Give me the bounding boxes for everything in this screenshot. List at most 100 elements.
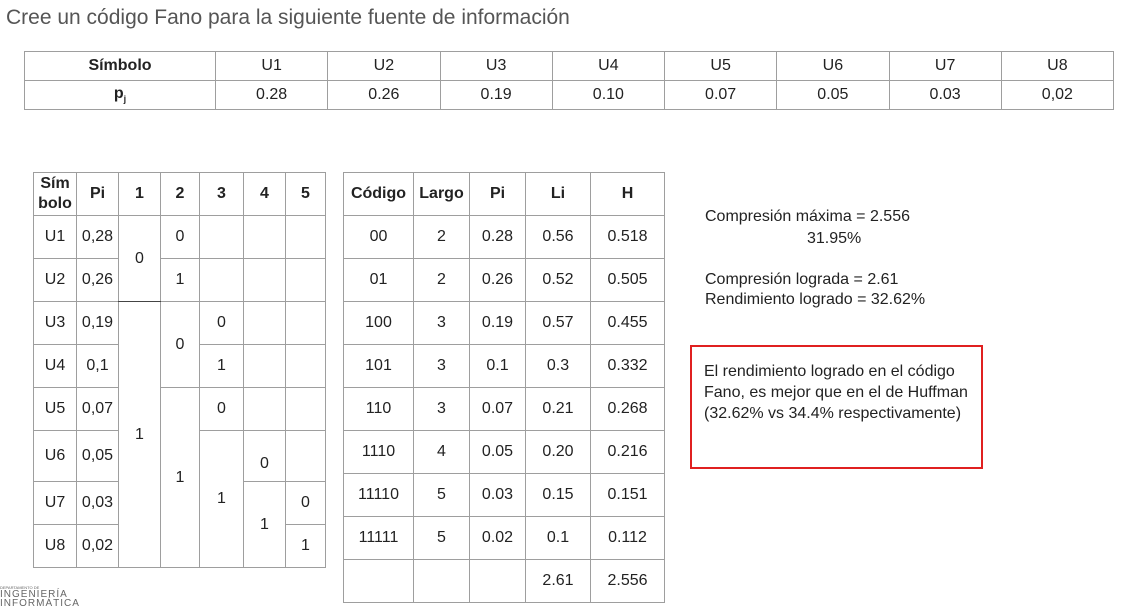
h-cell: 0.216 <box>590 430 665 474</box>
department-logo: DEPARTAMENTO DE INGENIERÍA INFORMÁTICA <box>0 586 80 609</box>
source-symbol: U4 <box>551 51 666 81</box>
code-cell: 11110 <box>343 473 414 517</box>
fano-bit: 0 <box>199 387 244 431</box>
length-cell: 5 <box>413 516 470 560</box>
fano-col-header: 4 <box>243 172 286 216</box>
source-prob: 0.19 <box>439 80 553 110</box>
h-cell: 0.518 <box>590 215 665 259</box>
fano-bit: 0 <box>160 215 200 259</box>
source-table: Símbolo U1 U2 U3 U4 U5 U6 U7 U8 pj 0.28 … <box>24 51 1115 110</box>
fano-bit: 0 <box>285 481 326 525</box>
totals-row: 2.61 2.556 <box>343 559 665 603</box>
li-header: Li <box>525 172 591 216</box>
fano-bit: 1 <box>199 430 244 568</box>
li-cell: 0.57 <box>525 301 591 345</box>
pi-cell: 0.19 <box>469 301 526 345</box>
total-empty-cell <box>469 559 526 603</box>
fano-empty-cell <box>243 344 286 388</box>
max-compression-text: Compresión máxima = 2.556 <box>705 208 910 225</box>
fano-prob: 0,03 <box>76 481 119 525</box>
total-empty-cell <box>343 559 414 603</box>
fano-empty-cell <box>243 258 286 302</box>
prob-subscript: j <box>123 94 127 105</box>
h-cell: 0.455 <box>590 301 665 345</box>
source-symbol-row: Símbolo U1 U2 U3 U4 U5 U6 U7 U8 <box>24 51 1115 81</box>
h-cell: 0.151 <box>590 473 665 517</box>
h-cell: 0.332 <box>590 344 665 388</box>
total-li: 2.61 <box>525 559 591 603</box>
source-prob: 0.07 <box>663 80 778 110</box>
li-cell: 0.52 <box>525 258 591 302</box>
fano-symbol: U7 <box>33 481 77 525</box>
fano-prob: 0,26 <box>76 258 119 302</box>
fano-bit: 1 <box>243 481 286 568</box>
code-row: 110 3 0.07 0.21 0.268 <box>343 387 665 431</box>
h-cell: 0.268 <box>590 387 665 431</box>
fano-table: Sím bolo Pi 1 2 3 4 5 U1 0,28 0 0 U2 0,2… <box>33 172 326 568</box>
fano-bit: 0 <box>160 301 200 388</box>
fano-prob: 0,07 <box>76 387 119 431</box>
fano-bit: 1 <box>285 524 326 568</box>
pi-cell: 0.05 <box>469 430 526 474</box>
h-cell: 0.505 <box>590 258 665 302</box>
fano-pi-header: Pi <box>76 172 119 216</box>
fano-prob: 0,02 <box>76 524 119 568</box>
fano-bit: 0 <box>199 301 244 345</box>
fano-row: U3 0,19 1 0 0 <box>33 301 326 568</box>
source-symbol: U1 <box>214 51 329 81</box>
fano-symbol-header: Sím bolo <box>33 172 77 216</box>
achieved-performance-text: Rendimiento logrado = 32.62% <box>705 291 926 308</box>
fano-col-header: 1 <box>118 172 161 216</box>
code-cell: 101 <box>343 344 414 388</box>
source-prob: 0.26 <box>327 80 441 110</box>
fano-empty-cell <box>285 430 326 482</box>
fano-symbol: U4 <box>33 344 77 388</box>
fano-bit: 0 <box>243 430 286 482</box>
code-cell: 00 <box>343 215 414 259</box>
code-row: 11110 5 0.03 0.15 0.151 <box>343 473 665 517</box>
fano-empty-cell <box>285 258 326 302</box>
source-prob: 0.28 <box>214 80 329 110</box>
source-symbol: U8 <box>1000 51 1115 81</box>
pi-cell: 0.28 <box>469 215 526 259</box>
code-header: Código <box>343 172 414 216</box>
length-cell: 2 <box>413 258 470 302</box>
source-prob-row: pj 0.28 0.26 0.19 0.10 0.07 0.05 0.03 0,… <box>24 80 1115 110</box>
li-cell: 0.20 <box>525 430 591 474</box>
fano-bit: 1 <box>199 344 244 388</box>
code-row: 00 2 0.28 0.56 0.518 <box>343 215 665 259</box>
fano-prob: 0,05 <box>76 430 119 482</box>
symbol-header-bottom: bolo <box>38 195 72 212</box>
fano-bit: 1 <box>160 387 200 568</box>
code-cell: 110 <box>343 387 414 431</box>
pi-header: Pi <box>469 172 526 216</box>
li-cell: 0.1 <box>525 516 591 560</box>
fano-empty-cell <box>285 215 326 259</box>
fano-empty-cell <box>243 387 286 431</box>
fano-prob: 0,19 <box>76 301 119 345</box>
symbol-header: Símbolo <box>24 51 216 81</box>
li-cell: 0.15 <box>525 473 591 517</box>
h-header: H <box>590 172 665 216</box>
fano-col-header: 3 <box>199 172 244 216</box>
fano-empty-cell <box>285 301 326 345</box>
fano-bit: 1 <box>118 301 161 568</box>
fano-prob: 0,28 <box>76 215 119 259</box>
length-cell: 2 <box>413 215 470 259</box>
length-cell: 4 <box>413 430 470 474</box>
source-symbol: U7 <box>888 51 1002 81</box>
code-cell: 100 <box>343 301 414 345</box>
length-cell: 5 <box>413 473 470 517</box>
source-symbol: U5 <box>663 51 778 81</box>
code-row: 100 3 0.19 0.57 0.455 <box>343 301 665 345</box>
max-percent-text: 31.95% <box>807 230 862 247</box>
source-symbol: U6 <box>776 51 890 81</box>
code-row: 1110 4 0.05 0.20 0.216 <box>343 430 665 474</box>
li-cell: 0.3 <box>525 344 591 388</box>
fano-symbol: U5 <box>33 387 77 431</box>
fano-bit: 0 <box>118 215 161 302</box>
source-prob: 0.10 <box>551 80 666 110</box>
pi-cell: 0.03 <box>469 473 526 517</box>
code-header-row: Código Largo Pi Li H <box>343 172 665 216</box>
prob-label: p <box>113 85 124 103</box>
